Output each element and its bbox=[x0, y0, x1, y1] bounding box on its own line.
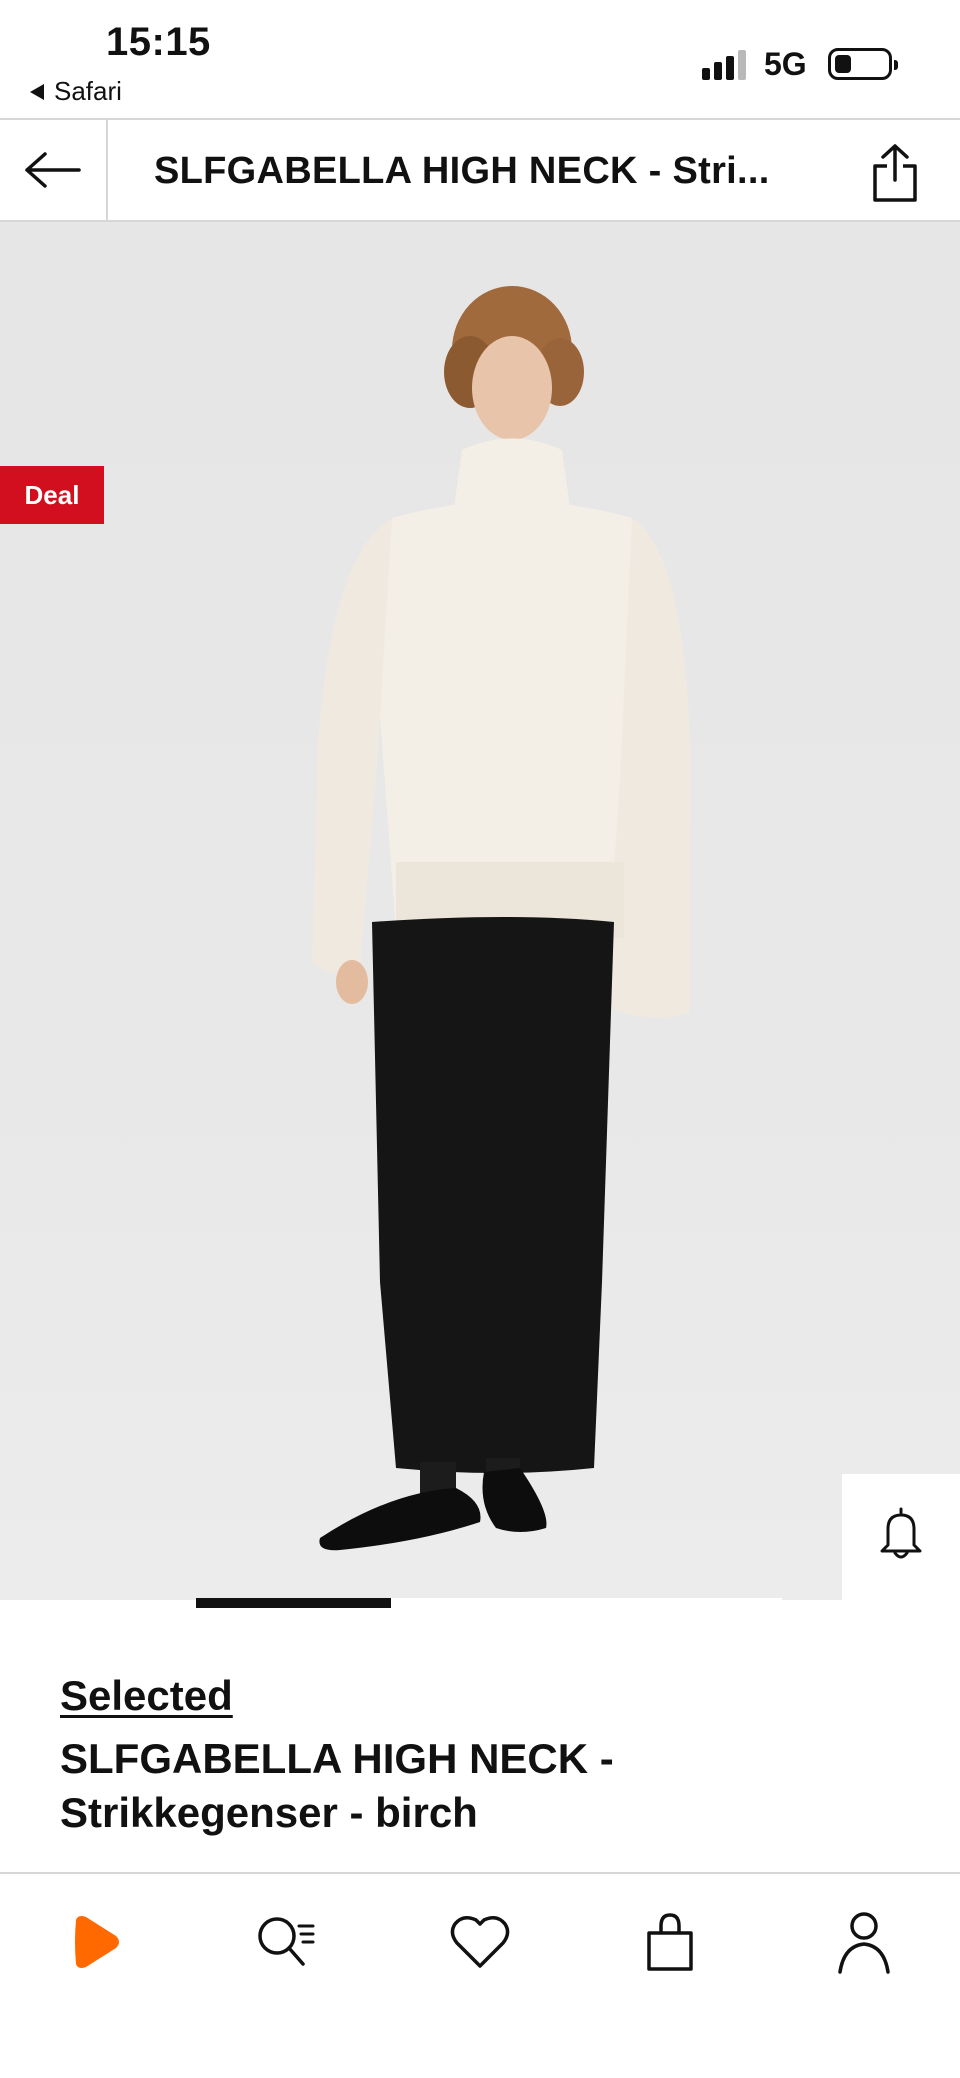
bottom-navigation bbox=[0, 1872, 960, 2078]
arrow-left-icon bbox=[25, 152, 81, 188]
nav-account[interactable] bbox=[814, 1902, 914, 1982]
product-image[interactable]: Deal bbox=[0, 222, 960, 1600]
product-header: SLFGABELLA HIGH NECK - Stri... bbox=[0, 118, 960, 222]
brand-link[interactable]: Selected bbox=[60, 1672, 233, 1720]
page-title: SLFGABELLA HIGH NECK - Stri... bbox=[154, 150, 770, 192]
gallery-active-segment bbox=[196, 1598, 392, 1608]
zalando-logo-icon bbox=[75, 1916, 119, 1968]
back-triangle-icon bbox=[30, 83, 44, 100]
back-button[interactable] bbox=[0, 120, 108, 220]
notify-button[interactable] bbox=[842, 1474, 960, 1591]
model-photo bbox=[312, 286, 690, 1551]
nav-home[interactable] bbox=[46, 1902, 146, 1982]
nav-search[interactable] bbox=[236, 1902, 336, 1982]
battery-icon bbox=[828, 48, 898, 80]
back-to-safari-link[interactable]: Safari bbox=[30, 76, 122, 107]
user-icon bbox=[838, 1912, 890, 1974]
share-button[interactable] bbox=[860, 138, 930, 208]
network-type: 5G bbox=[764, 46, 807, 82]
status-bar: 15:15 Safari 5G bbox=[0, 0, 960, 118]
gallery-indicator bbox=[196, 1598, 782, 1608]
bell-icon bbox=[880, 1507, 922, 1558]
heart-icon bbox=[450, 1916, 510, 1968]
nav-bag[interactable] bbox=[620, 1902, 720, 1982]
search-icon bbox=[258, 1917, 315, 1966]
product-action-panel bbox=[842, 1474, 960, 1600]
nav-wishlist[interactable] bbox=[430, 1902, 530, 1982]
back-app-label: Safari bbox=[54, 76, 122, 106]
status-time: 15:15 bbox=[106, 20, 211, 64]
shopping-bag-icon bbox=[647, 1913, 693, 1971]
signal-strength-icon bbox=[702, 48, 750, 80]
wishlist-button[interactable] bbox=[842, 1591, 960, 1600]
deal-badge: Deal bbox=[0, 466, 104, 524]
share-icon bbox=[873, 144, 917, 202]
product-name: SLFGABELLA HIGH NECK - Strikkegenser - b… bbox=[60, 1735, 614, 1836]
